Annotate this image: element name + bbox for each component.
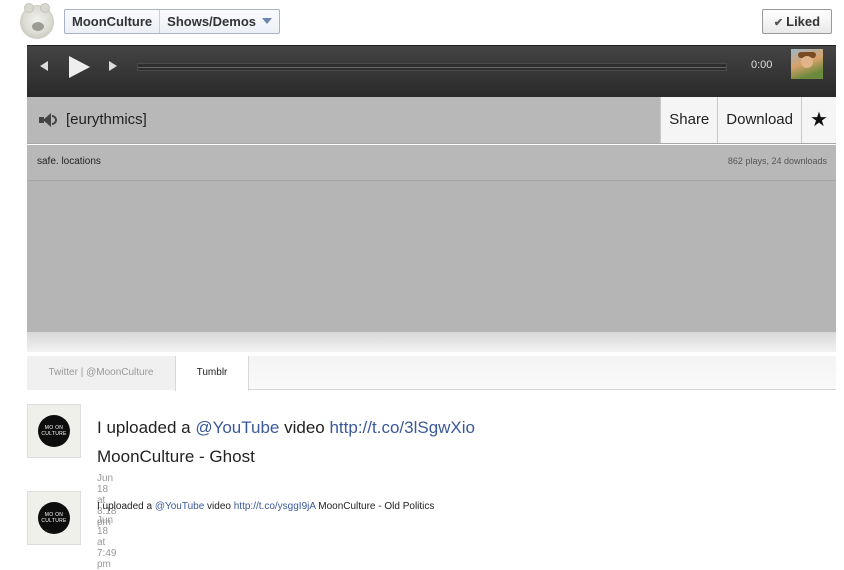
avatar-logo: MO ON CULTURE [38, 415, 70, 447]
speaker-icon[interactable] [39, 112, 59, 128]
artist-name: safe. locations [37, 156, 101, 167]
post-text: I uploaded a @YouTube video http://t.co/… [97, 501, 797, 512]
previous-track-icon[interactable] [40, 61, 48, 71]
next-track-icon[interactable] [109, 61, 117, 71]
progress-scrubber[interactable] [137, 63, 727, 71]
speaker-wave [52, 115, 57, 125]
liked-button[interactable]: ✔ Liked [762, 9, 832, 34]
breadcrumb: MoonCulture Shows/Demos [64, 9, 281, 34]
post-video-title: MoonCulture - Old Politics [315, 501, 435, 512]
checkmark-icon: ✔ [773, 17, 784, 29]
post-mid: video [279, 418, 330, 437]
track-title: [eurythmics] [66, 111, 147, 128]
post-prefix: I uploaded a [97, 501, 155, 512]
post-mid: video [204, 501, 234, 512]
speaker-cone [43, 113, 51, 127]
top-bar: MoonCulture Shows/Demos ✔ Liked [0, 0, 844, 45]
chevron-down-icon [262, 18, 273, 24]
page-name-link[interactable]: MoonCulture [65, 10, 161, 33]
post-video-title: MoonCulture - Ghost [97, 447, 255, 466]
playback-time: 0:00 [751, 59, 773, 71]
feed-tabs: Twitter | @MoonCulture Tumblr [27, 356, 836, 391]
play-icon[interactable] [69, 56, 90, 78]
avatar[interactable]: MO ON CULTURE [27, 404, 81, 458]
bear-ear-right [40, 3, 50, 13]
waveform-footer [27, 332, 836, 352]
share-button[interactable]: Share [660, 97, 718, 143]
track-artwork-thumbnail[interactable] [791, 49, 823, 79]
post-prefix: I uploaded a [97, 418, 196, 437]
track-actions: Share Download ★ [660, 97, 836, 143]
download-button[interactable]: Download [717, 97, 801, 143]
play-download-stats: 862 plays, 24 downloads [727, 156, 827, 166]
post-url-link[interactable]: http://t.co/ysggI9jA [234, 501, 316, 512]
artwork-face [801, 56, 813, 68]
avatar-logo-line2: CULTURE [41, 518, 67, 524]
track-header: [eurythmics] Share Download ★ [27, 97, 836, 144]
progress-line [138, 67, 726, 68]
bear-snout [32, 22, 44, 31]
track-info-row: safe. locations 862 plays, 24 downloads [27, 145, 836, 181]
avatar-logo-line2: CULTURE [41, 431, 67, 437]
section-label: Shows/Demos [167, 14, 257, 29]
youtube-mention-link[interactable]: @YouTube [155, 501, 204, 512]
section-dropdown[interactable]: Shows/Demos [160, 10, 279, 33]
audio-player: 0:00 [27, 45, 836, 97]
avatar-logo: MO ON CULTURE [38, 502, 70, 534]
post-text: I uploaded a @YouTube video http://t.co/… [97, 413, 747, 471]
bear-ear-left [24, 3, 34, 13]
page-logo-bear-icon[interactable] [20, 3, 54, 39]
tab-tumblr[interactable]: Tumblr [175, 356, 249, 391]
post-url-link[interactable]: http://t.co/3lSgwXio [329, 418, 475, 437]
avatar[interactable]: MO ON CULTURE [27, 491, 81, 545]
waveform-area[interactable] [27, 181, 836, 332]
post-timestamp[interactable]: Jun 18 at 7:49 pm [97, 515, 116, 570]
liked-label: Liked [786, 14, 821, 29]
tab-twitter[interactable]: Twitter | @MoonCulture [27, 356, 175, 390]
youtube-mention-link[interactable]: @YouTube [195, 418, 279, 437]
star-icon[interactable]: ★ [801, 97, 836, 143]
